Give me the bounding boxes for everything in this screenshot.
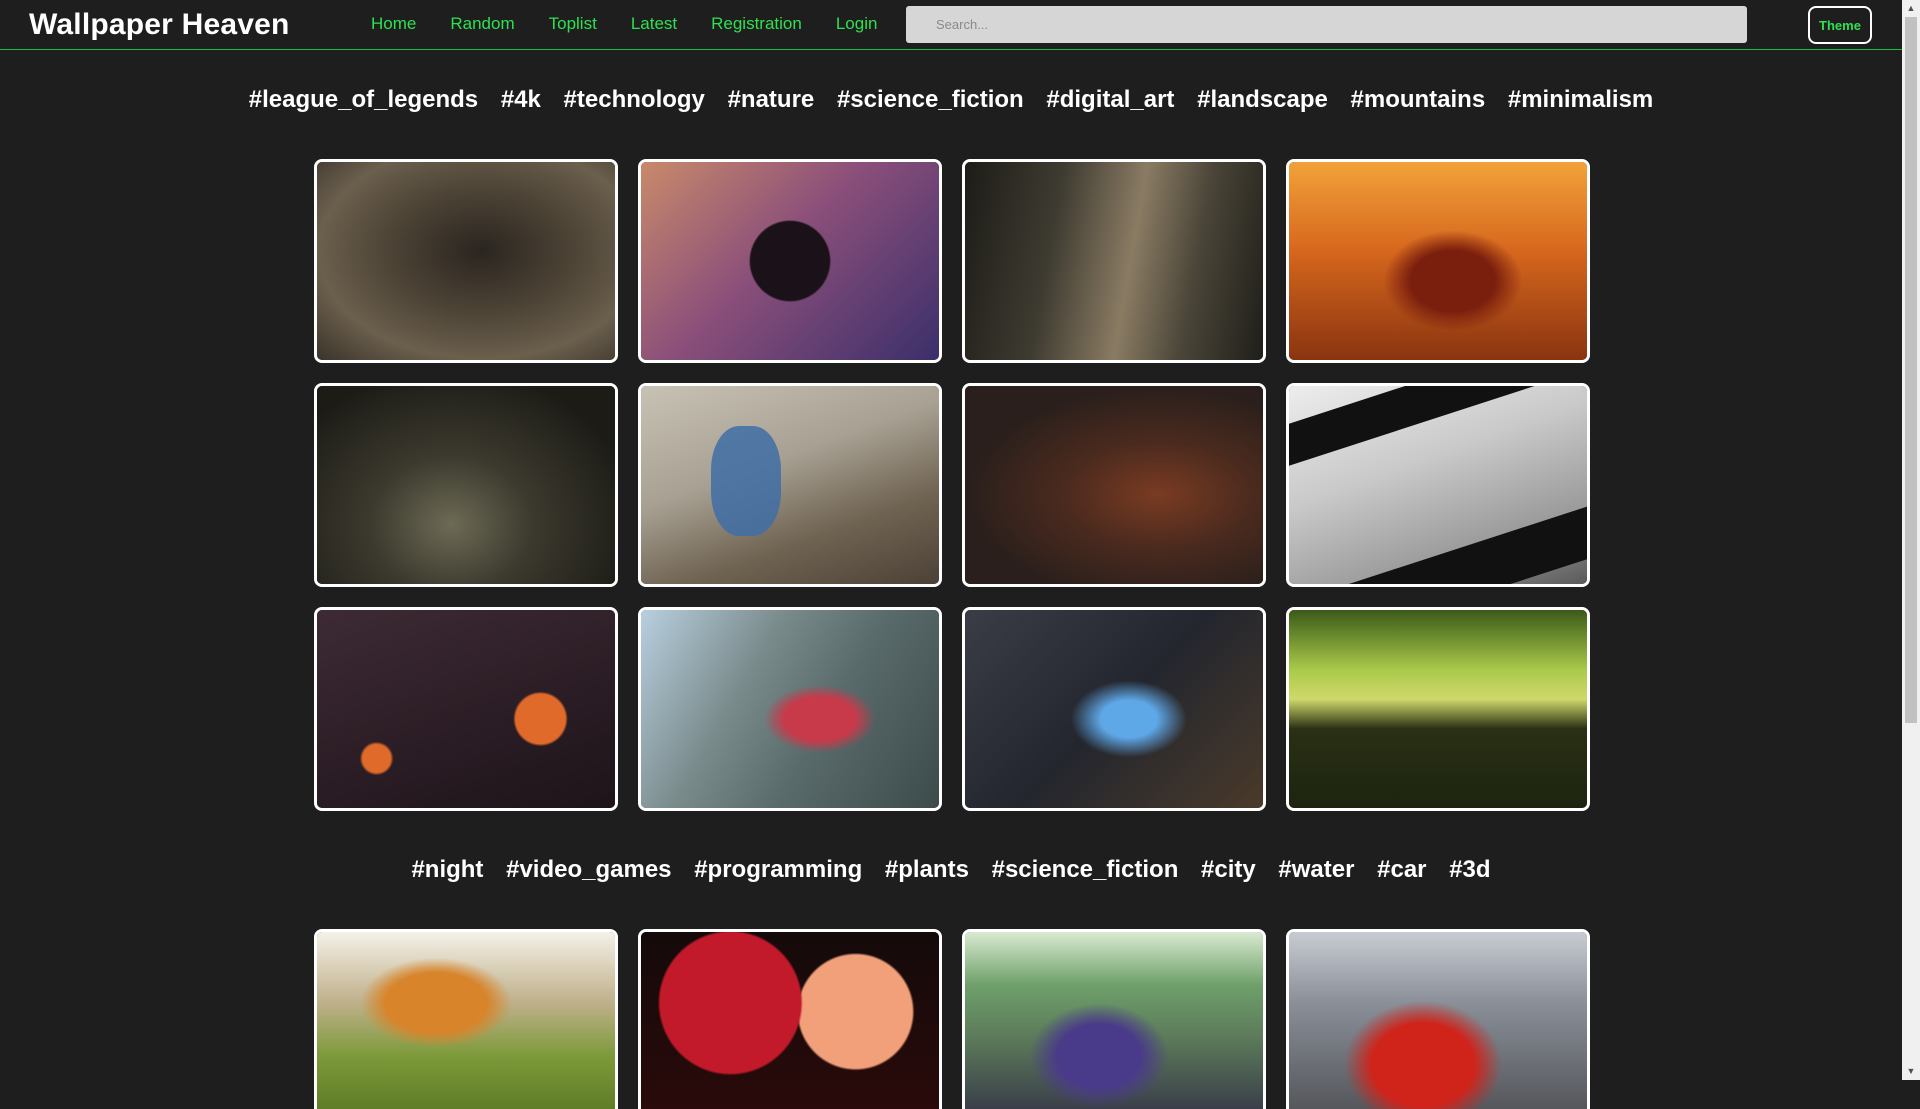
tag-link[interactable]: #city [1201, 856, 1256, 883]
tag-link[interactable]: #digital_art [1046, 86, 1174, 113]
wallpaper-thumbnail[interactable] [638, 929, 942, 1109]
nav-toplist-link[interactable]: Toplist [549, 14, 597, 34]
main-nav: Home Random Toplist Latest Registration … [371, 14, 911, 34]
wallpaper-thumbnail[interactable] [638, 607, 942, 811]
wallpaper-thumbnail[interactable] [962, 383, 1266, 587]
wallpaper-thumbnail[interactable] [638, 383, 942, 587]
tag-link[interactable]: #science_fiction [837, 86, 1024, 113]
tag-link[interactable]: #landscape [1197, 86, 1328, 113]
wallpaper-thumbnail[interactable] [314, 159, 618, 363]
thumbnail-image [965, 610, 1263, 808]
search-placeholder: Search... [936, 17, 989, 32]
tag-link[interactable]: #science_fiction [992, 856, 1179, 883]
tag-link[interactable]: #programming [694, 856, 862, 883]
thumbnail-image [641, 162, 939, 360]
wallpaper-grid-1 [314, 159, 1590, 811]
thumbnail-image [965, 932, 1263, 1109]
thumbnail-image [1289, 610, 1587, 808]
tag-link[interactable]: #night [411, 856, 483, 883]
nav-home-link[interactable]: Home [371, 14, 416, 34]
wallpaper-thumbnail[interactable] [962, 159, 1266, 363]
wallpaper-thumbnail[interactable] [314, 929, 618, 1109]
wallpaper-thumbnail[interactable] [962, 929, 1266, 1109]
tag-link[interactable]: #car [1377, 856, 1426, 883]
thumbnail-image [641, 932, 939, 1109]
tag-row-2: #night #video_games #programming #plants… [0, 856, 1902, 884]
wallpaper-thumbnail[interactable] [638, 159, 942, 363]
wallpaper-thumbnail[interactable] [1286, 607, 1590, 811]
thumbnail-image [1289, 386, 1587, 584]
top-navbar: Wallpaper Heaven Home Random Toplist Lat… [0, 0, 1902, 50]
scroll-down-arrow-icon[interactable]: ▼ [1902, 1063, 1920, 1080]
thumbnail-image [641, 386, 939, 584]
thumbnail-image [317, 386, 615, 584]
tag-row-1: #league_of_legends #4k #technology #natu… [0, 86, 1902, 114]
thumbnail-image [965, 386, 1263, 584]
vertical-scrollbar[interactable]: ▲ ▼ [1902, 0, 1920, 1080]
thumbnail-image [1289, 162, 1587, 360]
tag-link[interactable]: #league_of_legends [249, 86, 478, 113]
wallpaper-thumbnail[interactable] [1286, 929, 1590, 1109]
wallpaper-thumbnail[interactable] [1286, 159, 1590, 363]
tag-link[interactable]: #technology [564, 86, 705, 113]
thumbnail-image [965, 162, 1263, 360]
wallpaper-thumbnail[interactable] [314, 607, 618, 811]
tag-link[interactable]: #4k [501, 86, 541, 113]
nav-login-link[interactable]: Login [836, 14, 878, 34]
thumbnail-image [317, 932, 615, 1109]
tag-link[interactable]: #3d [1449, 856, 1490, 883]
scrollbar-thumb[interactable] [1905, 17, 1917, 723]
theme-toggle-button[interactable]: Theme [1808, 6, 1872, 44]
thumbnail-image [1289, 932, 1587, 1109]
tag-link[interactable]: #water [1278, 856, 1354, 883]
tag-link[interactable]: #video_games [506, 856, 671, 883]
nav-random-link[interactable]: Random [450, 14, 514, 34]
thumbnail-image [317, 162, 615, 360]
wallpaper-thumbnail[interactable] [1286, 383, 1590, 587]
wallpaper-grid-2 [314, 929, 1590, 1109]
nav-latest-link[interactable]: Latest [631, 14, 677, 34]
tag-link[interactable]: #minimalism [1508, 86, 1653, 113]
search-input[interactable]: Search... [906, 6, 1747, 43]
scroll-up-arrow-icon[interactable]: ▲ [1902, 0, 1920, 17]
wallpaper-thumbnail[interactable] [314, 383, 618, 587]
nav-registration-link[interactable]: Registration [711, 14, 802, 34]
site-logo[interactable]: Wallpaper Heaven [29, 8, 290, 42]
tag-link[interactable]: #mountains [1351, 86, 1486, 113]
tag-link[interactable]: #nature [728, 86, 815, 113]
wallpaper-thumbnail[interactable] [962, 607, 1266, 811]
thumbnail-image [641, 610, 939, 808]
tag-link[interactable]: #plants [885, 856, 969, 883]
thumbnail-image [317, 610, 615, 808]
